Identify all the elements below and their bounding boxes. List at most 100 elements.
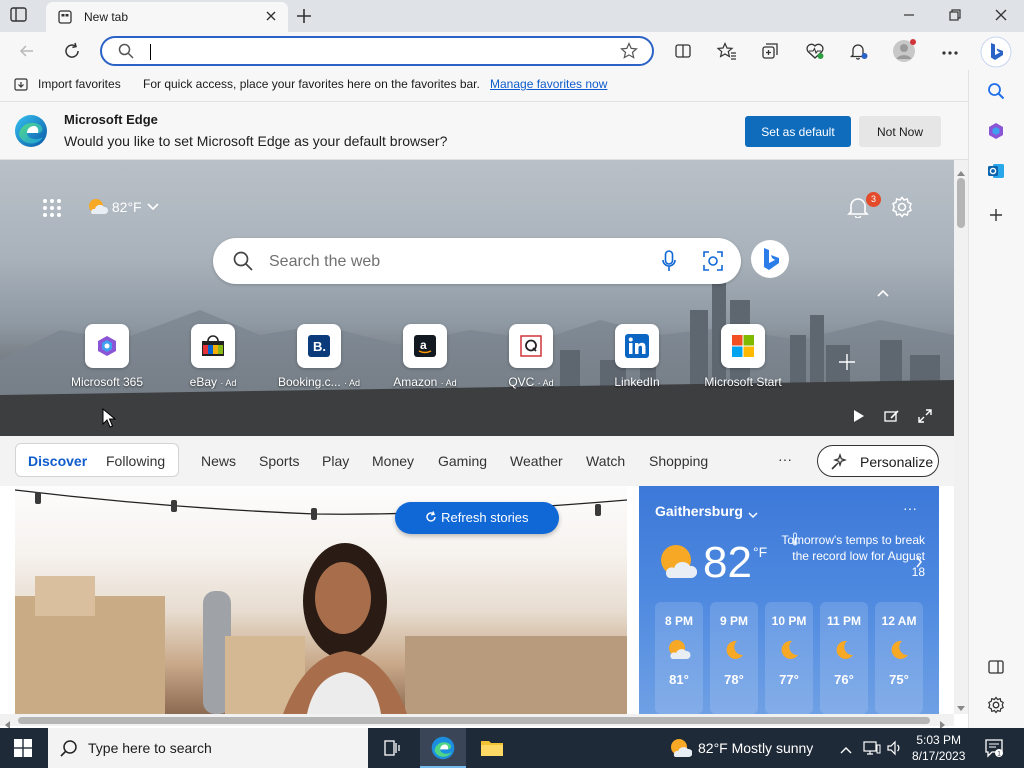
close-tab-icon[interactable] xyxy=(264,9,278,26)
personalize-button[interactable]: Personalize xyxy=(817,445,939,477)
chevron-up-icon[interactable] xyxy=(876,286,890,301)
taskbar-clock[interactable]: 5:03 PM 8/17/2023 xyxy=(912,732,965,764)
weather-chip[interactable]: 82°F xyxy=(86,197,160,217)
import-favorites-icon[interactable] xyxy=(14,77,32,96)
collections-icon[interactable] xyxy=(761,42,779,63)
sidebar-office-icon[interactable] xyxy=(987,122,1005,143)
not-now-button[interactable]: Not Now xyxy=(859,116,941,147)
minimize-icon[interactable] xyxy=(902,8,916,25)
import-favorites-link[interactable]: Import favorites xyxy=(38,77,121,91)
favorites-bar: Import favorites For quick access, place… xyxy=(0,70,968,102)
favorite-star-icon[interactable] xyxy=(620,42,638,63)
taskbar-edge-button[interactable] xyxy=(420,728,466,768)
web-search-box[interactable]: Search the web xyxy=(213,238,741,284)
vertical-scrollbar[interactable] xyxy=(954,160,968,714)
edit-background-icon[interactable] xyxy=(884,409,900,426)
profile-avatar[interactable] xyxy=(892,38,918,67)
address-bar[interactable] xyxy=(100,36,654,66)
tab-watch[interactable]: Watch xyxy=(586,453,625,469)
split-screen-icon[interactable] xyxy=(674,42,692,63)
hourly-forecast-10pm[interactable]: 10 PM 77° xyxy=(765,602,813,714)
windows-start-icon[interactable] xyxy=(14,739,32,760)
expand-icon[interactable] xyxy=(918,409,932,426)
restore-icon[interactable] xyxy=(948,8,962,25)
tab-following[interactable]: Following xyxy=(106,453,165,469)
tab-actions-icon[interactable] xyxy=(10,7,30,25)
hourly-forecast-8pm[interactable]: 8 PM 81° xyxy=(655,602,703,714)
tab-sports[interactable]: Sports xyxy=(259,453,299,469)
tab-gaming[interactable]: Gaming xyxy=(438,453,487,469)
hourly-forecast-11pm[interactable]: 11 PM 76° xyxy=(820,602,868,714)
hourly-forecast-12am[interactable]: 12 AM 75° xyxy=(875,602,923,714)
weather-more-button[interactable]: ··· xyxy=(903,500,917,516)
moon-icon xyxy=(820,638,868,664)
weather-temperature: 82 xyxy=(703,538,752,587)
sidebar-settings-icon[interactable] xyxy=(987,696,1005,717)
favorites-icon[interactable] xyxy=(716,42,737,63)
tab-play[interactable]: Play xyxy=(322,453,349,469)
visual-search-icon[interactable] xyxy=(703,251,723,274)
taskbar-weather[interactable]: 82°F Mostly sunny xyxy=(698,740,813,756)
sidebar-search-icon[interactable] xyxy=(987,82,1005,103)
chevron-down-icon[interactable] xyxy=(747,507,759,522)
notifications-icon[interactable] xyxy=(849,42,869,63)
copilot-bing-icon[interactable] xyxy=(980,36,1012,71)
tab-new-tab[interactable]: New tab xyxy=(46,2,288,32)
tab-weather[interactable]: Weather xyxy=(510,453,563,469)
horizontal-scrollbar[interactable] xyxy=(0,714,954,729)
apps-launcher-icon[interactable] xyxy=(42,198,62,221)
weather-card[interactable]: Gaithersburg ··· 82 °F Tomorrow's temps … xyxy=(639,486,939,714)
quick-link-amazon[interactable]: a Amazon · Ad xyxy=(380,324,470,389)
action-center-icon[interactable]: 1 xyxy=(984,738,1004,761)
play-icon[interactable] xyxy=(852,409,866,426)
sidebar-outlook-icon[interactable] xyxy=(987,162,1005,183)
weather-city: Gaithersburg xyxy=(655,503,743,519)
volume-icon[interactable] xyxy=(887,740,903,759)
horizontal-scroll-thumb[interactable] xyxy=(18,717,930,724)
close-window-icon[interactable] xyxy=(994,8,1008,25)
quick-link-qvc[interactable]: QVC · Ad xyxy=(486,324,576,389)
moon-icon xyxy=(875,638,923,664)
new-tab-button[interactable] xyxy=(294,6,314,29)
tab-news[interactable]: News xyxy=(201,453,236,469)
bing-chat-button[interactable] xyxy=(751,240,789,278)
linkedin-logo-icon xyxy=(625,334,649,358)
quick-link-microsoft-start[interactable]: Microsoft Start xyxy=(698,324,788,389)
qvc-logo-icon xyxy=(520,335,542,357)
microphone-icon[interactable] xyxy=(661,250,677,275)
browser-essentials-icon[interactable] xyxy=(805,42,825,63)
quick-link-microsoft-365[interactable]: Microsoft 365 xyxy=(62,324,152,389)
quick-link-label: Amazon xyxy=(393,375,438,389)
set-as-default-button[interactable]: Set as default xyxy=(745,116,851,147)
chevron-right-icon[interactable] xyxy=(915,556,923,571)
chevron-up-icon[interactable] xyxy=(840,742,852,757)
tab-money[interactable]: Money xyxy=(372,453,414,469)
refresh-stories-button[interactable]: Refresh stories xyxy=(395,502,559,534)
tab-shopping[interactable]: Shopping xyxy=(649,453,708,469)
tab-discover[interactable]: Discover xyxy=(28,453,87,469)
refresh-icon[interactable] xyxy=(63,42,81,63)
add-shortcut-icon[interactable] xyxy=(838,350,856,378)
quick-link-label: Booking.c... xyxy=(277,375,341,389)
mouse-pointer-icon xyxy=(102,407,117,431)
vertical-scroll-thumb[interactable] xyxy=(957,178,965,228)
quick-link-linkedin[interactable]: LinkedIn xyxy=(592,324,682,389)
quick-link-ebay[interactable]: eBay · Ad xyxy=(168,324,258,389)
sidebar-hide-icon[interactable] xyxy=(987,658,1005,679)
task-view-icon[interactable] xyxy=(382,738,402,761)
gear-icon[interactable] xyxy=(891,196,913,221)
svg-text:B.: B. xyxy=(313,339,326,354)
scroll-down-icon[interactable] xyxy=(957,700,965,715)
hourly-forecast-9pm[interactable]: 9 PM 78° xyxy=(710,602,758,714)
scroll-up-icon[interactable] xyxy=(957,164,965,179)
feed-more-button[interactable]: ··· xyxy=(778,451,792,467)
back-icon[interactable] xyxy=(18,42,36,63)
taskbar-search-box[interactable]: Type here to search xyxy=(48,728,368,768)
network-icon[interactable] xyxy=(863,740,881,759)
quick-link-booking[interactable]: B. Booking.c... · Ad xyxy=(274,324,364,389)
sidebar-add-icon[interactable] xyxy=(987,206,1005,227)
tab-title: New tab xyxy=(84,10,129,24)
manage-favorites-link[interactable]: Manage favorites now xyxy=(490,77,607,91)
file-explorer-icon[interactable] xyxy=(480,738,504,761)
settings-more-icon[interactable] xyxy=(941,44,959,59)
